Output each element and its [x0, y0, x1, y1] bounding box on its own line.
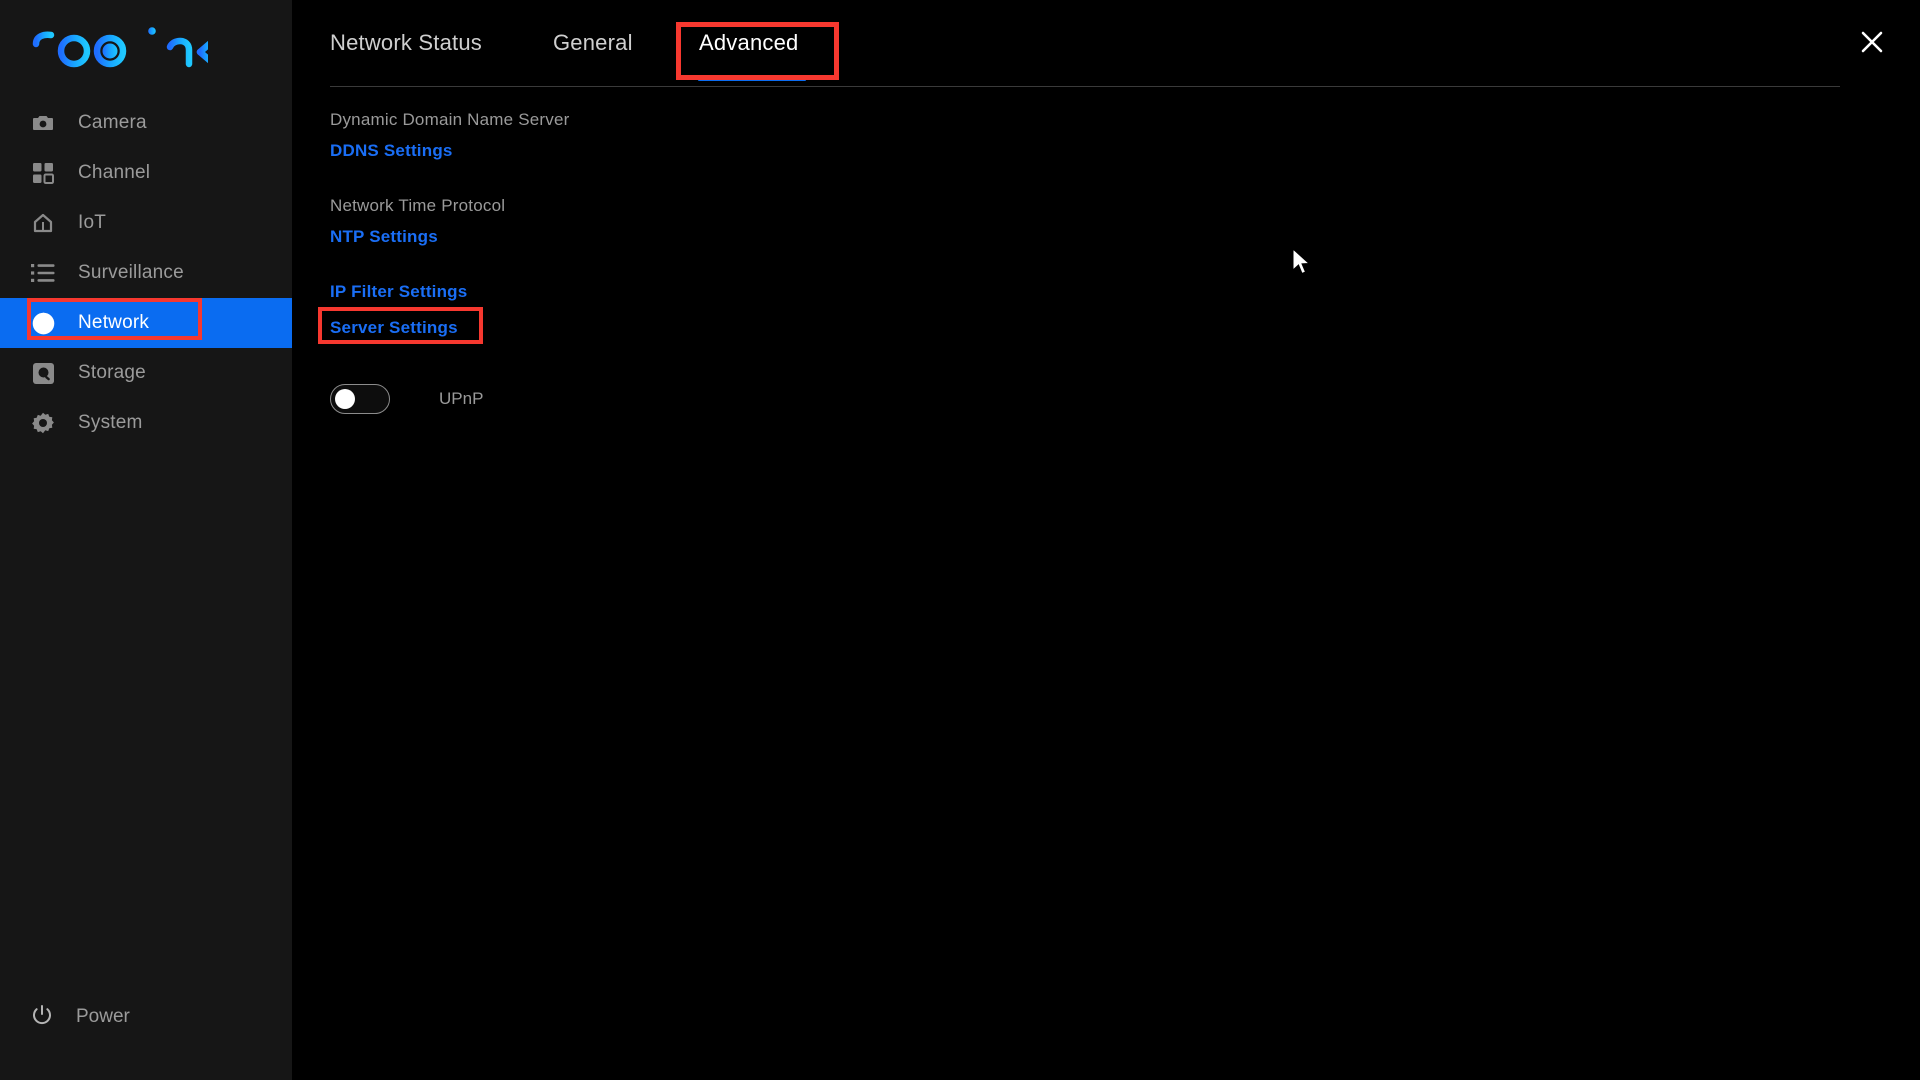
- home-icon: [30, 210, 56, 236]
- sidebar-item-surveillance[interactable]: Surveillance: [0, 248, 292, 298]
- reolink-logo: [28, 20, 208, 72]
- sidebar-item-power[interactable]: Power: [0, 995, 292, 1039]
- sidebar-item-label: IoT: [78, 212, 107, 233]
- sidebar-item-iot[interactable]: IoT: [0, 198, 292, 248]
- sidebar-item-label: System: [78, 412, 143, 433]
- ntp-section-label: Network Time Protocol: [330, 196, 506, 215]
- sidebar-item-camera[interactable]: Camera: [0, 98, 292, 148]
- power-icon: [30, 1003, 54, 1032]
- sidebar-item-label: Camera: [78, 112, 147, 133]
- tab-general[interactable]: General: [553, 30, 633, 56]
- sidebar: Camera Channel IoT Surveillance Network …: [0, 0, 292, 1080]
- sidebar-item-system[interactable]: System: [0, 398, 292, 448]
- sidebar-item-channel[interactable]: Channel: [0, 148, 292, 198]
- camera-icon: [30, 110, 56, 136]
- ntp-settings-link[interactable]: NTP Settings: [330, 227, 438, 247]
- list-icon: [30, 260, 56, 286]
- hard-drive-icon: [30, 360, 56, 386]
- close-button[interactable]: [1850, 20, 1894, 64]
- active-tab-underline: [698, 76, 806, 81]
- main-panel: Network Status General Advanced Dynamic …: [292, 0, 1920, 1080]
- close-icon: [1861, 31, 1883, 53]
- sidebar-nav: Camera Channel IoT Surveillance Network …: [0, 98, 292, 448]
- tab-advanced[interactable]: Advanced: [699, 30, 798, 56]
- sidebar-item-label: Surveillance: [78, 262, 184, 283]
- tab-bar: Network Status General Advanced: [292, 0, 1920, 88]
- ddns-settings-link[interactable]: DDNS Settings: [330, 141, 453, 161]
- sidebar-item-storage[interactable]: Storage: [0, 348, 292, 398]
- tab-network-status[interactable]: Network Status: [330, 30, 482, 56]
- ddns-section-label: Dynamic Domain Name Server: [330, 110, 570, 129]
- toggle-knob: [335, 389, 355, 409]
- upnp-toggle[interactable]: [330, 384, 390, 414]
- globe-icon: [30, 310, 56, 336]
- upnp-label: UPnP: [439, 389, 484, 408]
- grid-icon: [30, 160, 56, 186]
- sidebar-item-network[interactable]: Network: [0, 298, 292, 348]
- tab-divider: [330, 86, 1840, 87]
- sidebar-item-label: Channel: [78, 162, 151, 183]
- upnp-row: UPnP: [330, 384, 483, 414]
- sidebar-item-label: Power: [76, 1006, 130, 1027]
- ip-filter-settings-link[interactable]: IP Filter Settings: [330, 282, 467, 302]
- reolink-settings-window: Camera Channel IoT Surveillance Network …: [0, 0, 1920, 1080]
- sidebar-item-label: Storage: [78, 362, 146, 383]
- server-settings-link[interactable]: Server Settings: [330, 318, 458, 338]
- sidebar-item-label: Network: [78, 312, 150, 333]
- gear-icon: [30, 410, 56, 436]
